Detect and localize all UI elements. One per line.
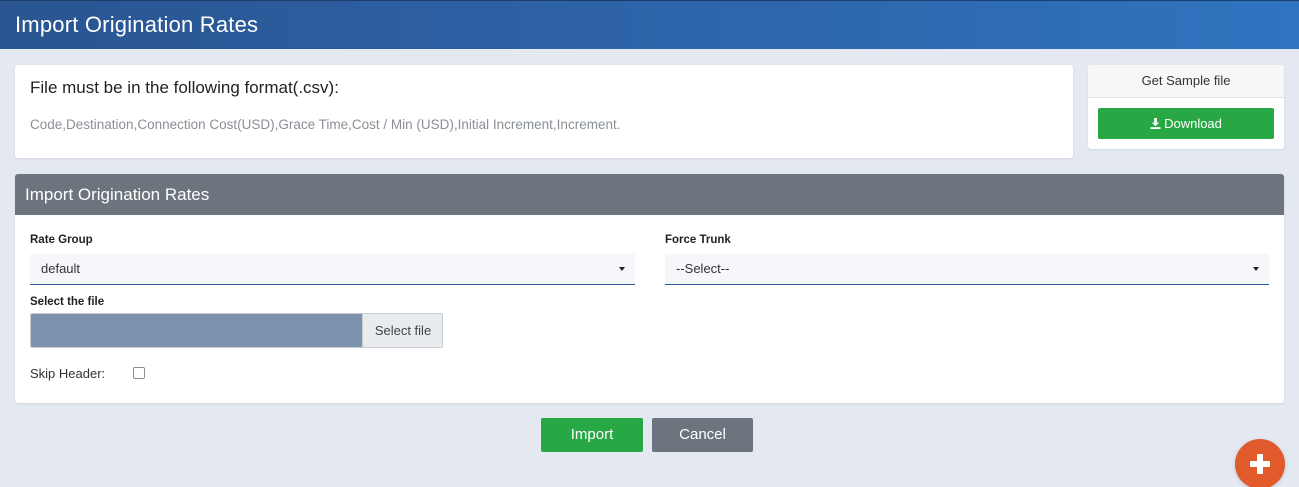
rate-group-value: default (41, 261, 81, 276)
form-title: Import Origination Rates (15, 174, 1284, 215)
format-title: File must be in the following format(.cs… (30, 78, 339, 97)
rate-group-select[interactable]: default (30, 254, 635, 285)
add-fab-button[interactable] (1235, 439, 1285, 487)
plus-icon (1250, 454, 1270, 474)
skip-header-label: Skip Header: (30, 366, 106, 381)
chevron-down-icon (1253, 267, 1259, 271)
download-icon (1150, 118, 1161, 129)
file-upload: Select file (30, 313, 443, 348)
download-label: Download (1164, 116, 1222, 131)
import-button[interactable]: Import (541, 418, 643, 452)
file-input[interactable] (31, 314, 362, 347)
page-header: Import Origination Rates (0, 0, 1299, 49)
cancel-button[interactable]: Cancel (652, 418, 753, 452)
format-description: Code,Destination,Connection Cost(USD),Gr… (30, 117, 621, 132)
force-trunk-select[interactable]: --Select-- (665, 254, 1269, 285)
select-file-button[interactable]: Select file (362, 314, 442, 347)
sample-file-title: Get Sample file (1088, 65, 1284, 98)
force-trunk-value: --Select-- (676, 261, 730, 276)
select-file-label: Select the file (30, 296, 105, 308)
skip-header-checkbox[interactable] (133, 367, 145, 379)
sample-file-card: Get Sample file Download (1088, 65, 1284, 149)
page-title: Import Origination Rates (15, 12, 259, 37)
force-trunk-label: Force Trunk (665, 234, 731, 246)
rate-group-label: Rate Group (30, 234, 93, 246)
format-info-card: File must be in the following format(.cs… (15, 65, 1073, 158)
download-button[interactable]: Download (1098, 108, 1274, 139)
import-form-card: Import Origination Rates Rate Group defa… (15, 174, 1284, 403)
chevron-down-icon (619, 267, 625, 271)
